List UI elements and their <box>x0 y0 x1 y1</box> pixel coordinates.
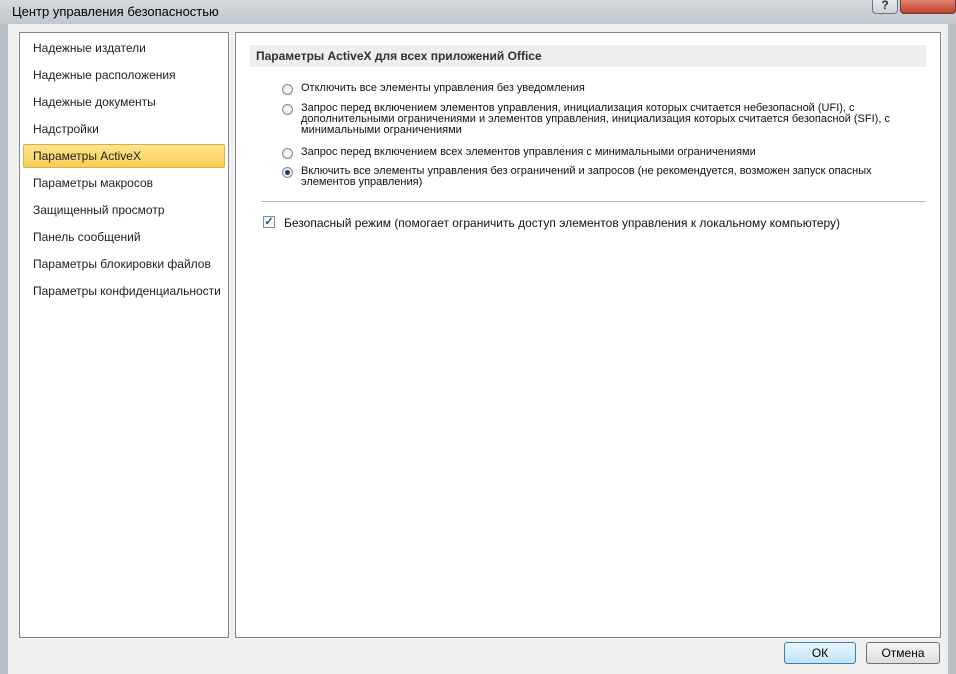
section-title: Параметры ActiveX для всех приложений Of… <box>250 45 926 67</box>
radio-button[interactable] <box>282 167 293 178</box>
safe-mode-option[interactable]: ✓ Безопасный режим (помогает ограничить … <box>263 216 903 230</box>
main-panel: Параметры ActiveX для всех приложений Of… <box>235 32 941 638</box>
window-frame-right <box>948 24 956 674</box>
radio-button[interactable] <box>282 104 293 115</box>
option-label: Включить все элементы управления без огр… <box>301 165 872 188</box>
option-label: Отключить все элементы управления без ув… <box>301 82 585 94</box>
option-enable-all[interactable]: Включить все элементы управления без огр… <box>282 166 922 190</box>
cancel-button[interactable]: Отмена <box>866 642 940 664</box>
sidebar-item-message-bar[interactable]: Панель сообщений <box>23 225 225 249</box>
sidebar-item-macro-settings[interactable]: Параметры макросов <box>23 171 225 195</box>
sidebar-item-trusted-locations[interactable]: Надежные расположения <box>23 63 225 87</box>
safe-mode-label: Безопасный режим (помогает ограничить до… <box>284 216 841 230</box>
title-bar: Центр управления безопасностью ? <box>0 0 956 24</box>
sidebar-item-file-block-settings[interactable]: Параметры блокировки файлов <box>23 252 225 276</box>
option-prompt-ufi-sfi[interactable]: Запрос перед включением элементов управл… <box>282 103 922 139</box>
help-icon: ? <box>881 0 889 12</box>
option-disable-all[interactable]: Отключить все элементы управления без ув… <box>282 83 922 97</box>
sidebar-item-protected-view[interactable]: Защищенный просмотр <box>23 198 225 222</box>
separator <box>261 201 926 203</box>
close-button[interactable] <box>900 0 956 14</box>
sidebar-item-privacy-options[interactable]: Параметры конфиденциальности <box>23 279 225 303</box>
help-button[interactable]: ? <box>872 0 898 14</box>
option-label: Запрос перед включением элементов управл… <box>301 102 890 136</box>
ok-button[interactable]: ОК <box>784 642 856 664</box>
option-label: Запрос перед включением всех элементов у… <box>301 146 756 158</box>
sidebar-item-trusted-documents[interactable]: Надежные документы <box>23 90 225 114</box>
sidebar-item-activex-settings[interactable]: Параметры ActiveX <box>23 144 225 168</box>
radio-button[interactable] <box>282 148 293 159</box>
radio-button[interactable] <box>282 84 293 95</box>
window-title: Центр управления безопасностью <box>12 4 219 19</box>
sidebar-item-trusted-publishers[interactable]: Надежные издатели <box>23 36 225 60</box>
sidebar-item-add-ins[interactable]: Надстройки <box>23 117 225 141</box>
checkbox-safe-mode[interactable]: ✓ <box>263 216 275 228</box>
window-frame-left <box>0 24 8 674</box>
sidebar: Надежные издатели Надежные расположения … <box>19 32 229 638</box>
option-prompt-all[interactable]: Запрос перед включением всех элементов у… <box>282 147 922 161</box>
